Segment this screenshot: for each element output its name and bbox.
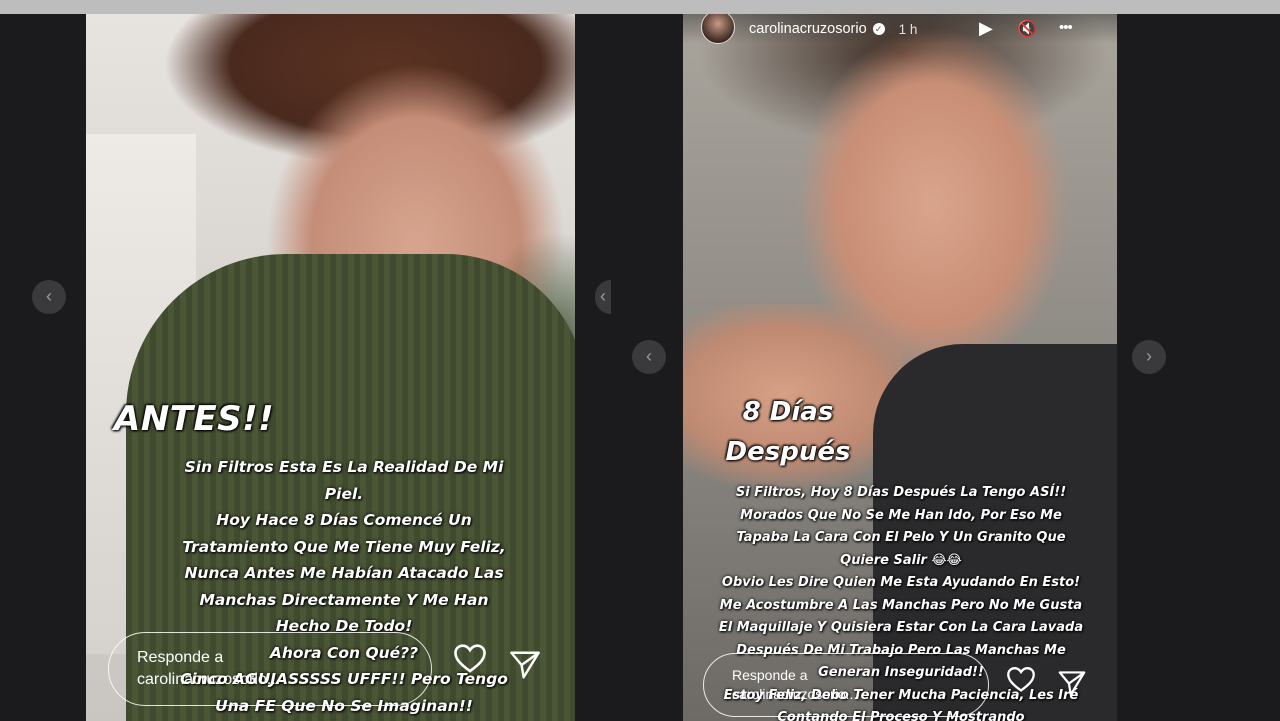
mute-icon[interactable]: 🔇 [1017,19,1037,39]
heart-icon [1007,667,1035,692]
like-button[interactable] [452,642,488,679]
caption-line: Obvio Les Dire Quien Me Esta Ayudando En… [721,575,1081,590]
story-title-line2: Después [725,437,851,467]
post-time: 1 h [898,21,918,37]
story-title-line1: 8 Días [742,397,834,427]
story-active-right[interactable]: carolinacruzosorio ✓ 1 h ▶ 🔇 ••• 8 Días … [683,14,1117,721]
play-icon[interactable]: ▶ [979,18,993,39]
story-title: 8 Días Después [703,392,873,472]
stories-viewer: ‹ ANTES!! Sin Filtros Esta Es La Realida… [0,14,1280,721]
chevron-left-icon: ‹ [46,286,52,306]
send-icon [1058,671,1086,696]
caption-line: Me Acostumbre A Las Manchas Pero No Me G… [719,597,1083,613]
send-icon [510,651,540,679]
caption-line: Manchas Directamente Y Me Han [199,590,489,609]
chevron-left-icon: ‹ [600,286,606,306]
chevron-right-icon: › [1146,346,1152,366]
caption-line: Si Filtros, Hoy 8 Días Después La Tengo … [735,485,1067,500]
caption-line: El Maquillaje Y Quisiera Estar Con La Ca… [718,620,1084,635]
previous-story-partial[interactable]: ‹ [595,280,611,314]
reply-input[interactable]: Responde a carolinacruzosorio... [703,653,989,717]
reply-placeholder-line2: carolinacruzosorio... [137,671,281,688]
reply-placeholder-line2: carolinacruzosorio... [732,686,858,702]
caption-line: Sin Filtros Esta Es La Realidad De Mi [184,458,504,476]
caption-line: Tratamiento Que Me Tiene Muy Feliz, [182,537,506,556]
reply-placeholder-line1: Responde a [137,649,224,667]
previous-button[interactable]: ‹ [632,340,666,374]
verified-badge-icon: ✓ [872,23,885,35]
caption-line: Tapaba La Cara Con El Pelo Y Un Granito … [736,530,1066,545]
story-preview-left[interactable]: ANTES!! Sin Filtros Esta Es La Realidad … [86,14,575,721]
caption-line: Hoy Hace 8 Días Comencé Un [216,511,472,529]
story-header: carolinacruzosorio ✓ 1 h ▶ 🔇 ••• [683,14,1117,44]
chevron-left-icon: ‹ [646,346,652,366]
previous-story-button[interactable]: ‹ [32,280,66,314]
heart-icon [454,644,486,673]
reply-input[interactable]: Responde a carolinacruzosorio... [108,632,432,706]
caption-line: Nunca Antes Me Habían Atacado Las [184,564,504,582]
next-story-button[interactable]: › [1132,340,1166,374]
browser-top-bar [0,0,1280,14]
story-title: ANTES!! [114,399,275,439]
caption-line: Piel. [324,484,364,503]
share-button[interactable] [1057,670,1087,702]
share-button[interactable] [508,650,542,685]
caption-line: Morados Que No Se Me Han Ido, Por Eso Me [740,507,1062,523]
like-button[interactable] [1005,665,1037,698]
avatar[interactable] [701,14,735,44]
more-icon[interactable]: ••• [1059,19,1073,36]
username[interactable]: carolinacruzosorio [749,21,867,37]
reply-placeholder-line1: Responde a [732,667,808,684]
caption-line: Quiere Salir 😂😂 [840,552,962,568]
